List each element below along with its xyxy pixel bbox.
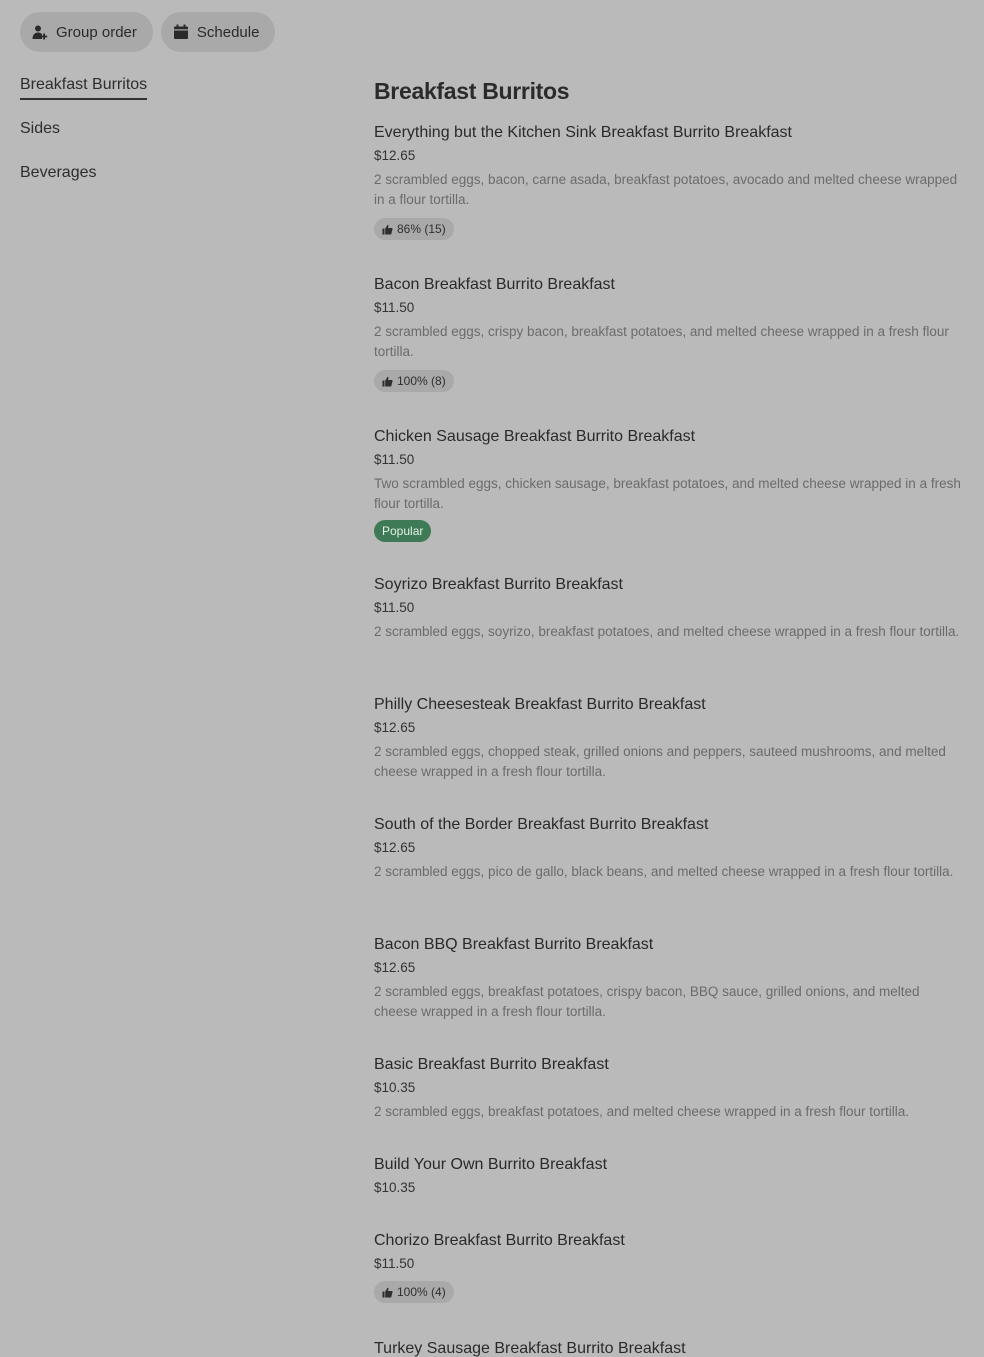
menu-item[interactable]: South of the Border Breakfast Burrito Br… xyxy=(374,814,964,934)
item-price: $11.50 xyxy=(374,300,415,315)
rating-text: 100% (8) xyxy=(397,374,446,388)
rating-badge: 86% (15) xyxy=(374,218,454,240)
item-price: $11.50 xyxy=(374,1256,415,1271)
add-person-icon xyxy=(32,24,48,40)
item-price: $12.65 xyxy=(374,720,416,735)
item-description: 2 scrambled eggs, breakfast potatoes, cr… xyxy=(374,984,920,1019)
item-name: Turkey Sausage Breakfast Burrito Breakfa… xyxy=(374,1340,686,1357)
item-name: Chorizo Breakfast Burrito Breakfast xyxy=(374,1232,625,1249)
item-description: 2 scrambled eggs, pico de gallo, black b… xyxy=(374,864,954,879)
menu-item[interactable]: Basic Breakfast Burrito Breakfast $10.35… xyxy=(374,1054,964,1154)
item-name: Bacon BBQ Breakfast Burrito Breakfast xyxy=(374,936,654,953)
thumbs-up-icon xyxy=(382,376,393,387)
page: Group order Schedule Breakfast Burritos … xyxy=(0,0,984,1357)
item-name: Basic Breakfast Burrito Breakfast xyxy=(374,1056,609,1073)
schedule-button[interactable]: Schedule xyxy=(160,12,276,52)
sidebar-item-label: Breakfast Burritos xyxy=(20,74,148,100)
item-name: Bacon Breakfast Burrito Breakfast xyxy=(374,276,615,293)
rating-text: 86% (15) xyxy=(397,222,446,236)
item-price: $10.35 xyxy=(374,1080,416,1095)
item-description: 2 scrambled eggs, crispy bacon, breakfas… xyxy=(374,324,949,359)
group-order-label: Group order xyxy=(56,23,137,41)
item-name: South of the Border Breakfast Burrito Br… xyxy=(374,816,709,833)
sidebar-item-sides[interactable]: Sides xyxy=(20,118,340,162)
rating-badge: 100% (4) xyxy=(374,1281,454,1303)
popular-badge: Popular xyxy=(374,520,432,542)
item-price: $11.50 xyxy=(374,452,415,467)
sidebar-item-label: Beverages xyxy=(20,164,97,181)
item-description: Two scrambled eggs, chicken sausage, bre… xyxy=(374,476,961,511)
item-price: $10.35 xyxy=(374,1180,416,1195)
thumbs-up-icon xyxy=(382,1287,393,1298)
menu-item[interactable]: Bacon Breakfast Burrito Breakfast $11.50… xyxy=(374,274,964,426)
menu-item[interactable]: Everything but the Kitchen Sink Breakfas… xyxy=(374,122,964,274)
menu-item[interactable]: Soyrizo Breakfast Burrito Breakfast $11.… xyxy=(374,574,964,694)
top-actions: Group order Schedule xyxy=(20,12,276,52)
group-order-button[interactable]: Group order xyxy=(20,12,153,52)
item-name: Chicken Sausage Breakfast Burrito Breakf… xyxy=(374,428,696,445)
rating-badge: 100% (8) xyxy=(374,370,454,392)
menu-item[interactable]: Bacon BBQ Breakfast Burrito Breakfast $1… xyxy=(374,934,964,1054)
item-description: 2 scrambled eggs, soyrizo, breakfast pot… xyxy=(374,624,960,639)
rating-text: 100% (4) xyxy=(397,1285,446,1299)
item-price: $12.65 xyxy=(374,840,416,855)
item-description: 2 scrambled eggs, bacon, carne asada, br… xyxy=(374,172,958,207)
item-name: Philly Cheesesteak Breakfast Burrito Bre… xyxy=(374,696,706,713)
menu-item[interactable]: Turkey Sausage Breakfast Burrito Breakfa… xyxy=(374,1338,964,1357)
sidebar-item-breakfast-burritos[interactable]: Breakfast Burritos xyxy=(20,74,340,118)
menu-section: Breakfast Burritos Everything but the Ki… xyxy=(374,76,964,1357)
calendar-icon xyxy=(173,24,189,40)
menu-item[interactable]: Build Your Own Burrito Breakfast $10.35 xyxy=(374,1154,964,1230)
menu-item[interactable]: Chorizo Breakfast Burrito Breakfast $11.… xyxy=(374,1230,964,1338)
sidebar-item-label: Sides xyxy=(20,120,61,137)
section-title: Breakfast Burritos xyxy=(374,78,570,104)
menu-item[interactable]: Philly Cheesesteak Breakfast Burrito Bre… xyxy=(374,694,964,814)
item-name: Everything but the Kitchen Sink Breakfas… xyxy=(374,124,792,141)
item-name: Soyrizo Breakfast Burrito Breakfast xyxy=(374,576,623,593)
menu-item[interactable]: Chicken Sausage Breakfast Burrito Breakf… xyxy=(374,426,964,574)
sidebar-item-beverages[interactable]: Beverages xyxy=(20,162,340,206)
item-price: $11.50 xyxy=(374,600,415,615)
item-name: Build Your Own Burrito Breakfast xyxy=(374,1156,608,1173)
schedule-label: Schedule xyxy=(196,23,260,41)
category-sidebar: Breakfast Burritos Sides Beverages xyxy=(20,74,340,206)
item-price: $12.65 xyxy=(374,148,416,163)
item-description: 2 scrambled eggs, breakfast potatoes, an… xyxy=(374,1104,910,1119)
thumbs-up-icon xyxy=(382,224,393,235)
item-price: $12.65 xyxy=(374,960,416,975)
item-description: 2 scrambled eggs, chopped steak, grilled… xyxy=(374,744,946,779)
